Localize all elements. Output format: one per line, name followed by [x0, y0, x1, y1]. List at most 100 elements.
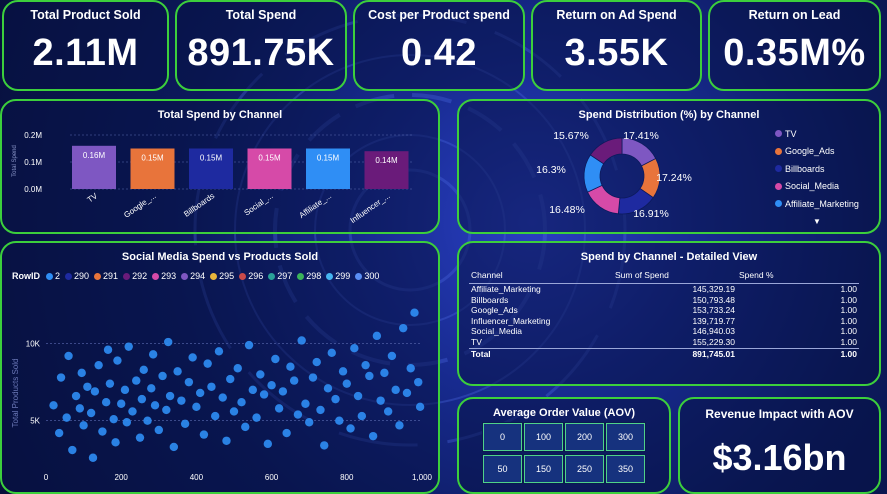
aov-button[interactable]: 200: [564, 422, 605, 452]
x-tick-label: 600: [265, 473, 279, 482]
table-cell: Affiliate_Marketing: [471, 284, 541, 294]
table-row: Google_Ads 153,733.24 1.00: [469, 305, 859, 316]
scatter-point: [137, 394, 147, 404]
scatter-point: [86, 408, 96, 418]
bar-value-label: 0.15M: [317, 154, 340, 163]
legend-more[interactable]: ▼: [775, 213, 859, 231]
scatter-point: [327, 348, 336, 358]
scatter-point: [372, 331, 382, 341]
table-cell: TV: [471, 336, 482, 347]
bar-value-label: 0.16M: [83, 151, 106, 160]
scatter-point: [335, 416, 344, 425]
scatter-point: [342, 379, 351, 388]
kpi-card-return-on-lead: Return on Lead 0.35M%: [708, 0, 881, 91]
scatter-point: [165, 391, 175, 401]
column-header[interactable]: Channel: [469, 269, 613, 284]
y-axis-label: Total Products Sold: [11, 359, 20, 428]
aov-button[interactable]: 150: [523, 454, 564, 484]
scatter-point: [75, 404, 85, 413]
aov-button[interactable]: 50: [482, 454, 523, 484]
scatter-point: [256, 370, 265, 379]
kpi-card-return-on-ad-spend: Return on Ad Spend 3.55K: [531, 0, 702, 91]
scatter-point: [323, 384, 333, 393]
table-cell: 1.00: [840, 284, 857, 294]
scatter-point: [391, 385, 400, 395]
scatter-point: [414, 377, 423, 387]
table-cell: 1.00: [840, 326, 857, 337]
table-cell: 1.00: [840, 305, 857, 316]
x-tick-label: Billboards: [182, 191, 216, 219]
scatter-point: [49, 401, 58, 410]
revenue-value: $3.16bn: [712, 437, 847, 478]
scatter-point: [64, 351, 73, 361]
scatter-point: [226, 374, 235, 384]
table-cell: Influencer_Marketing: [471, 315, 551, 326]
table-cell: 150,793.48: [692, 294, 735, 305]
legend-item: Billboards: [775, 160, 859, 178]
table-cell: 139,719.77: [692, 315, 735, 326]
kpi-title: Total Spend: [225, 8, 297, 22]
kpi-title: Cost per Product spend: [368, 8, 510, 22]
scatter-point: [387, 351, 397, 361]
slice-label: 16.48%: [549, 204, 585, 216]
scatter-point: [154, 425, 163, 435]
scatter-point: [353, 391, 363, 401]
scatter-point: [158, 371, 167, 381]
aov-button[interactable]: 300: [605, 422, 646, 452]
scatter-point: [289, 376, 299, 385]
scatter-point: [113, 356, 122, 365]
scatter-point: [68, 445, 77, 455]
scatter-point: [54, 428, 64, 438]
scatter-point: [368, 431, 378, 441]
legend-dot: [775, 165, 782, 173]
scatter-point: [233, 364, 242, 373]
scatter-point: [365, 371, 374, 381]
legend-item: TV: [775, 125, 859, 143]
donut-legend: TV Google_Ads Billboards Social_Media Af…: [775, 125, 859, 230]
scatter-point: [211, 411, 220, 421]
x-tick-label: 800: [340, 473, 354, 482]
slice-label: 15.67%: [553, 130, 589, 142]
scatter-point: [162, 405, 171, 415]
scatter-point: [376, 396, 385, 405]
scatter-point: [120, 385, 130, 395]
column-header[interactable]: Sum of Spend: [613, 269, 737, 284]
scatter-point: [88, 453, 98, 462]
scatter-point: [259, 390, 269, 399]
table-total-row: Total 891,745.01 1.00: [469, 347, 859, 360]
scatter-point: [199, 430, 209, 439]
aov-button[interactable]: 0: [482, 422, 523, 452]
scatter-point: [263, 439, 273, 449]
scatter-point: [346, 424, 355, 433]
legend-label: Billboards: [785, 163, 825, 174]
table-cell: 1.00: [737, 347, 859, 360]
scatter-point: [399, 323, 408, 333]
scatter-point: [237, 398, 246, 407]
table-row: Billboards 150,793.48 1.00: [469, 295, 859, 306]
kpi-card-total-product-sold: Total Product Sold 2.11M: [2, 0, 169, 91]
scatter-point: [252, 413, 261, 422]
column-header[interactable]: Spend %: [737, 269, 859, 284]
scatter-point: [164, 337, 173, 347]
triangle-down-icon[interactable]: ▼: [813, 217, 821, 226]
aov-button[interactable]: 100: [523, 422, 564, 452]
revenue-impact-card: Revenue Impact with AOV $3.16bn: [678, 397, 881, 494]
x-tick-label: 200: [115, 473, 129, 482]
scatter-plot: Total Products Sold 5K 10K 0 200 400 600 800 1,0…: [11, 308, 433, 482]
aov-button[interactable]: 350: [605, 454, 646, 484]
x-tick-label: 400: [190, 473, 204, 482]
legend-label: TV: [785, 128, 797, 139]
scatter-point: [103, 345, 113, 354]
legend-item: Affiliate_Marketing: [775, 195, 859, 213]
table-cell: Total: [469, 347, 613, 360]
scatter-point: [380, 368, 389, 378]
scatter-point: [410, 308, 419, 317]
scatter-point: [301, 399, 310, 408]
kpi-title: Total Product Sold: [30, 8, 141, 22]
slice-label: 17.24%: [656, 172, 692, 184]
scatter-point: [71, 391, 81, 401]
scatter-point: [415, 402, 425, 412]
panel-title: Average Order Value (AOV): [492, 407, 636, 419]
aov-button[interactable]: 250: [564, 454, 605, 484]
scatter-point: [150, 401, 160, 410]
